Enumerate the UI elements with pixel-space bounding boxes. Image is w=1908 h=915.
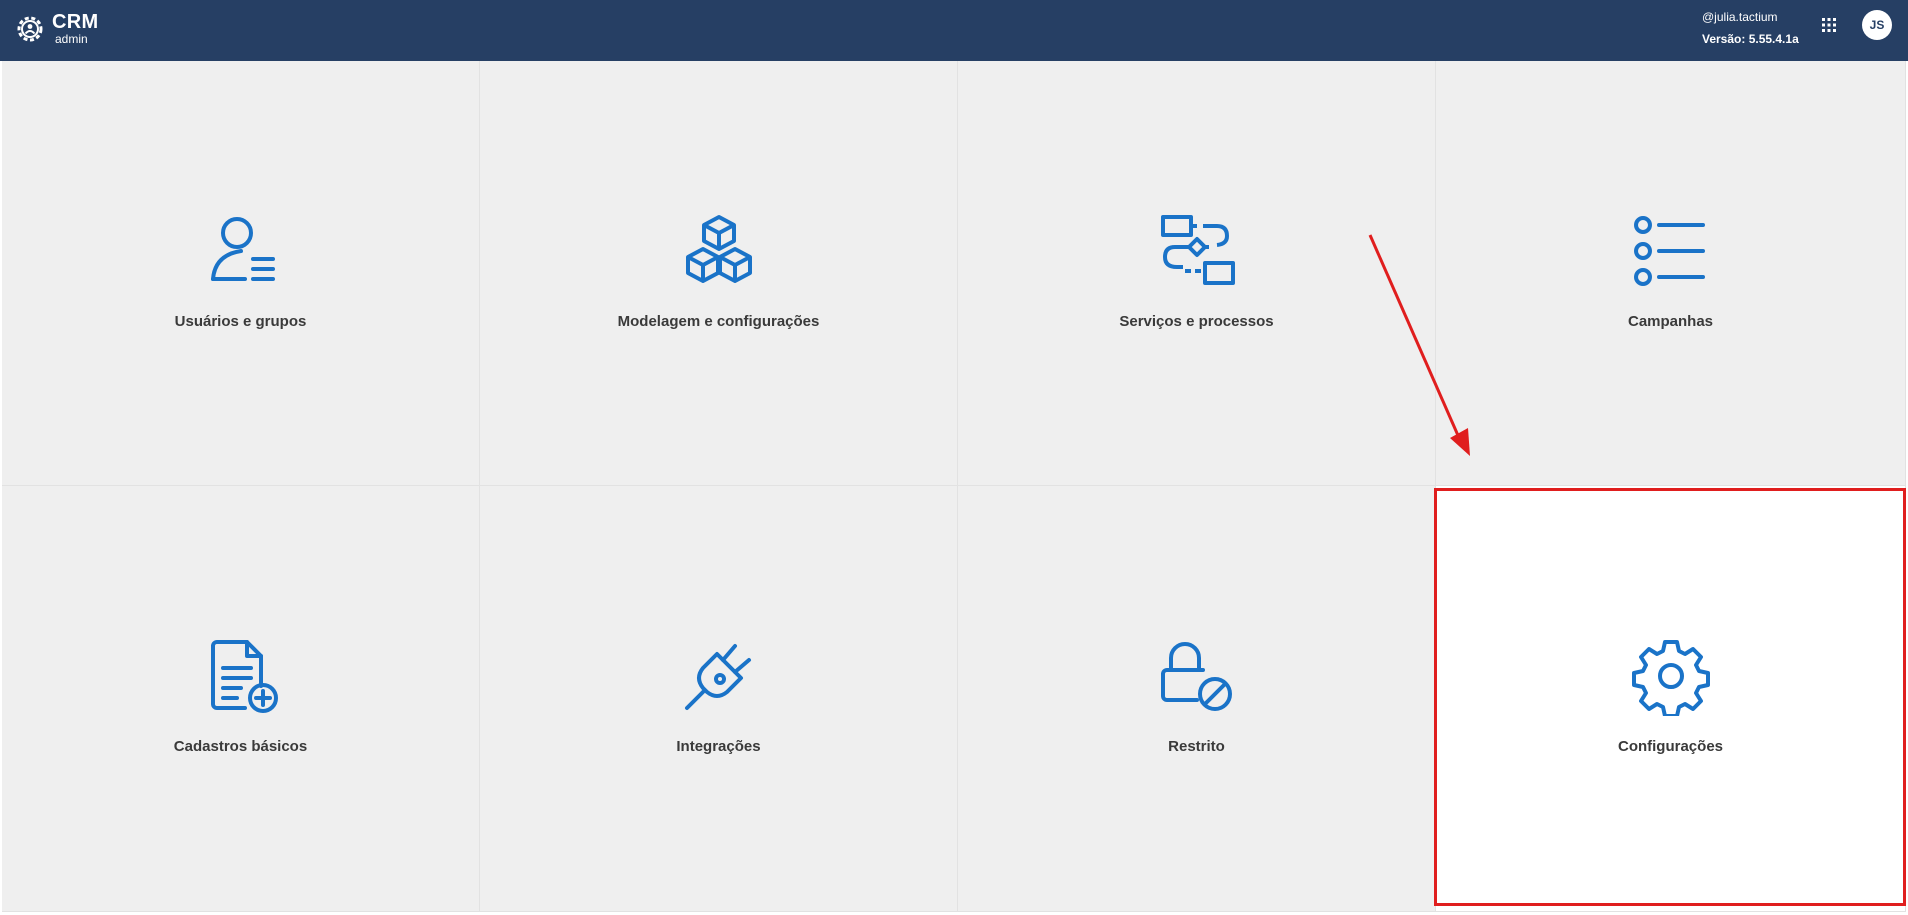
brand[interactable]: CRM admin [14,12,98,45]
tile-cadastros-basicos[interactable]: Cadastros básicos [2,486,480,912]
lock-blocked-icon [1160,642,1232,711]
version-label: Versão: 5.55.4.1a [1702,32,1799,46]
tile-configuracoes[interactable]: Configurações [1436,486,1906,912]
tile-integracoes[interactable]: Integrações [480,486,958,912]
tile-label: Restrito [1168,738,1225,755]
plug-icon [684,644,751,710]
tile-label: Campanhas [1627,313,1714,330]
tile-label: Configurações [1617,738,1723,755]
brand-name: CRM [52,11,99,33]
tile-label: Integrações [676,738,761,755]
tile-modelagem-e-configuracoes[interactable]: Modelagem e configurações [480,61,958,486]
crm-logo-icon [17,16,43,41]
tile-label: Serviços e processos [1119,313,1274,330]
brand-subtitle: admin [55,32,88,46]
document-add-icon [210,640,278,713]
tile-campanhas[interactable]: Campanhas [1436,61,1906,486]
tile-servicos-e-processos[interactable]: Serviços e processos [958,61,1436,486]
user-list-icon [210,217,275,281]
tile-usuarios-e-grupos[interactable]: Usuários e grupos [2,61,480,486]
workflow-icon [1160,215,1235,285]
apps-grid-icon[interactable] [1820,16,1838,34]
tile-label: Modelagem e configurações [617,313,820,330]
tile-label: Cadastros básicos [173,738,308,755]
list-icon [1633,216,1705,286]
tile-restrito[interactable]: Restrito [958,486,1436,912]
top-navigation-bar: CRM admin @julia.tactium Versão: 5.55.4.… [0,0,1908,61]
user-info: @julia.tactium Versão: 5.55.4.1a [1702,11,1799,45]
tile-label: Usuários e grupos [174,313,307,330]
admin-modules-grid: Usuários e grupos Modelagem e configuraç… [2,61,1906,912]
user-avatar[interactable]: JS [1862,10,1892,40]
user-handle: @julia.tactium [1702,10,1778,24]
gear-icon [1631,640,1710,716]
cubes-icon [685,215,752,283]
